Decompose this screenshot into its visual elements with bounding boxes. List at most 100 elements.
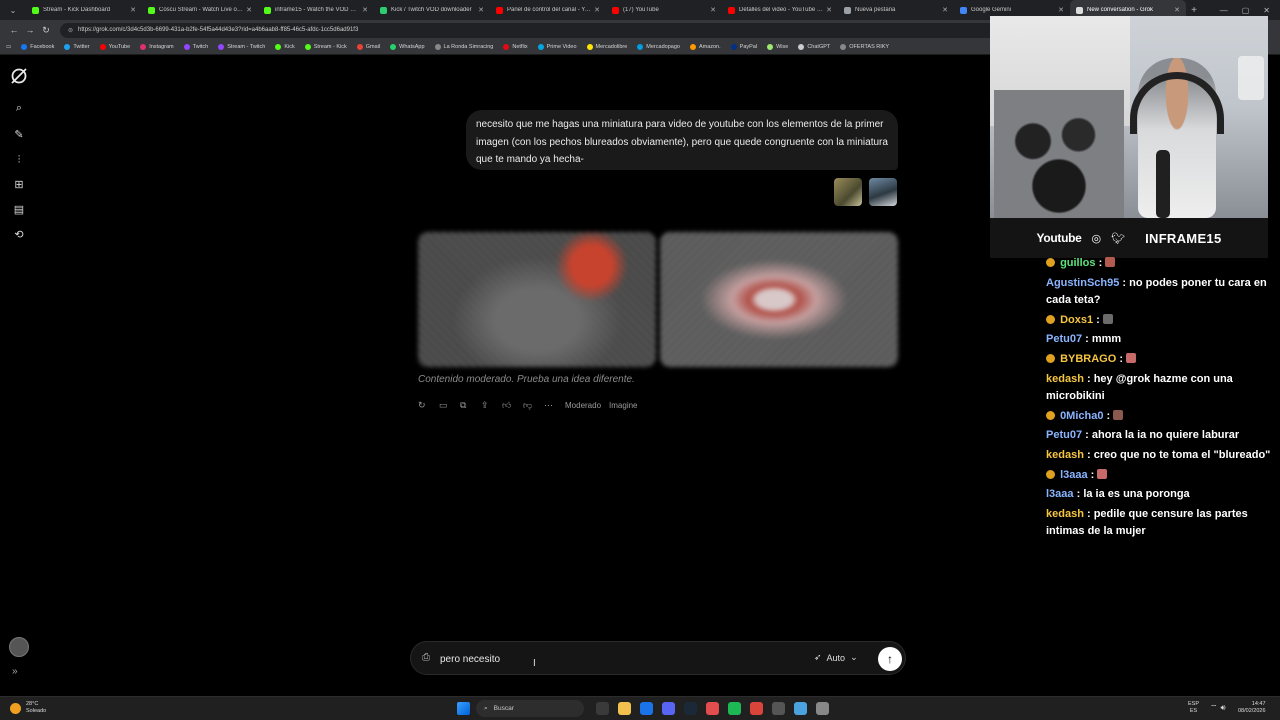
- bookmark-item[interactable]: Stream - Kick: [304, 44, 347, 50]
- browser-tab[interactable]: inframe15 - Watch the VOD on K ✕: [258, 0, 374, 20]
- chat-emote-icon: [1097, 468, 1108, 479]
- system-tray[interactable]: ⌔🔊︎: [1210, 703, 1229, 713]
- regenerate-icon[interactable]: ↻: [418, 400, 439, 411]
- user-avatar[interactable]: [9, 637, 29, 657]
- copy-icon[interactable]: ⧉: [460, 400, 481, 411]
- tab-close-icon[interactable]: ✕: [362, 6, 368, 14]
- browser-tab[interactable]: Stream - Kick Dashboard ✕: [26, 0, 142, 20]
- tab-close-icon[interactable]: ✕: [1058, 6, 1064, 14]
- close-window-icon[interactable]: ✕: [1263, 6, 1270, 15]
- bookmark-item[interactable]: WhatsApp: [390, 44, 425, 50]
- tab-favicon-icon: [960, 6, 967, 14]
- attachment-thumbnail[interactable]: [869, 178, 897, 206]
- tab-close-icon[interactable]: ✕: [942, 6, 948, 14]
- bookmark-item[interactable]: Mercadolibre: [586, 44, 627, 50]
- bookmark-favicon-icon: [798, 44, 805, 50]
- tab-close-icon[interactable]: ✕: [130, 6, 136, 14]
- attachment-thumbnail[interactable]: [834, 178, 862, 206]
- bookmark-item[interactable]: OFERTAS RIKY: [840, 44, 889, 50]
- bookmark-item[interactable]: Gmail: [356, 44, 380, 50]
- taskbar-search[interactable]: ⌕ Buscar: [476, 700, 584, 717]
- windows-start-icon[interactable]: [457, 702, 470, 715]
- browser-tab[interactable]: Nueva pestaña ✕: [838, 0, 954, 20]
- expand-sidebar-icon[interactable]: »: [12, 666, 18, 677]
- bookmark-item[interactable]: Amazon.: [689, 44, 721, 50]
- obs-studio-icon[interactable]: [816, 702, 829, 715]
- bookmark-item[interactable]: La Ronda Simracing: [434, 44, 493, 50]
- new-chat-icon[interactable]: ✎: [12, 128, 26, 142]
- history-icon[interactable]: ⟲: [12, 228, 26, 242]
- chat-username: BYBRAGO: [1060, 352, 1117, 365]
- attach-icon[interactable]: ⎙: [422, 652, 430, 663]
- obs-icon[interactable]: [750, 702, 763, 715]
- apps-icon[interactable]: ▭: [6, 44, 11, 50]
- bookmark-item[interactable]: Netflix: [503, 44, 528, 50]
- thumbs-up-icon[interactable]: 👍︎: [502, 400, 523, 411]
- model-selector[interactable]: ➶ Auto ⌄: [814, 652, 858, 663]
- tab-close-icon[interactable]: ✕: [478, 6, 484, 14]
- bookmark-item[interactable]: Wise: [767, 44, 788, 50]
- clock[interactable]: 14:47 08/02/2026: [1238, 701, 1266, 715]
- forward-icon[interactable]: →: [22, 25, 38, 35]
- tab-close-icon[interactable]: ✕: [594, 6, 600, 14]
- notepad-icon[interactable]: [794, 702, 807, 715]
- discord-icon[interactable]: [662, 702, 675, 715]
- tab-close-icon[interactable]: ✕: [1174, 6, 1180, 14]
- url-bar[interactable]: ⊜ https://grok.com/c/3d4c5d3b-6699-431a-…: [60, 22, 1020, 38]
- bookmark-item[interactable]: Twitch: [183, 44, 209, 50]
- minimize-icon[interactable]: —: [1220, 6, 1228, 15]
- search-icon[interactable]: ⌕: [12, 101, 26, 115]
- file-explorer-icon[interactable]: [618, 702, 631, 715]
- voice-icon[interactable]: ⫶: [12, 153, 26, 167]
- tab-close-icon[interactable]: ✕: [246, 6, 252, 14]
- thumbs-down-icon[interactable]: 👎︎: [523, 400, 544, 411]
- more-options-icon[interactable]: ⋯: [544, 400, 565, 411]
- bookmark-item[interactable]: ChatGPT: [798, 44, 830, 50]
- imagine-label[interactable]: Imagine: [609, 401, 637, 410]
- imagine-icon[interactable]: ⊞: [12, 178, 26, 192]
- task-view-icon[interactable]: [596, 702, 609, 715]
- language-indicator[interactable]: ESP ES: [1188, 701, 1199, 715]
- spotify-icon[interactable]: [728, 702, 741, 715]
- reload-icon[interactable]: ↻: [38, 25, 54, 36]
- wifi-icon[interactable]: ⌔: [1210, 703, 1221, 712]
- tab-close-icon[interactable]: ✕: [710, 6, 716, 14]
- steam-icon[interactable]: [684, 702, 697, 715]
- weather-widget[interactable]: 28°C Soleado: [10, 701, 46, 715]
- bookmark-item[interactable]: Facebook: [21, 44, 54, 50]
- moderated-image-preview[interactable]: [418, 232, 656, 367]
- bookmark-item[interactable]: Instagram: [140, 44, 174, 50]
- bookmark-item[interactable]: Mercadopago: [637, 44, 680, 50]
- browser-tab[interactable]: Kick / Twitch VOD downloader ✕: [374, 0, 490, 20]
- tab-search-icon[interactable]: ⌄: [0, 0, 26, 20]
- browser-tab[interactable]: (17) YouTube ✕: [606, 0, 722, 20]
- share-icon[interactable]: ⇪: [481, 400, 502, 411]
- browser-tab[interactable]: Coscu Stream - Watch Live on Ki ✕: [142, 0, 258, 20]
- maximize-icon[interactable]: ▢: [1242, 6, 1250, 15]
- chrome-icon[interactable]: [640, 702, 653, 715]
- bookmark-item[interactable]: Prime Video: [537, 44, 577, 50]
- moderated-image-preview[interactable]: [660, 232, 898, 367]
- browser-tab[interactable]: Panel de control del canal - YouT ✕: [490, 0, 606, 20]
- comment-icon[interactable]: ▭: [439, 400, 460, 411]
- bookmark-item[interactable]: Kick: [275, 44, 295, 50]
- bookmark-item[interactable]: PayPal: [730, 44, 757, 50]
- back-icon[interactable]: ←: [6, 25, 22, 35]
- site-info-icon[interactable]: ⊜: [68, 27, 73, 34]
- volume-icon[interactable]: 🔊︎: [1221, 703, 1229, 712]
- tab-close-icon[interactable]: ✕: [826, 6, 832, 14]
- bookmark-label: Netflix: [512, 44, 528, 50]
- media-app-icon[interactable]: [772, 702, 785, 715]
- capcut-icon[interactable]: [706, 702, 719, 715]
- tab-favicon-icon: [496, 6, 503, 14]
- projects-icon[interactable]: ▤: [12, 203, 26, 217]
- new-tab-button[interactable]: +: [1186, 5, 1202, 16]
- bookmark-item[interactable]: Twitter: [64, 44, 90, 50]
- message-input[interactable]: [440, 651, 780, 667]
- send-button[interactable]: ↑: [878, 647, 902, 671]
- bookmark-item[interactable]: YouTube: [99, 44, 130, 50]
- browser-tab[interactable]: Detalles del video - YouTube Stu ✕: [722, 0, 838, 20]
- grok-logo-icon[interactable]: [10, 67, 28, 85]
- bookmark-label: Twitch: [192, 44, 209, 50]
- bookmark-item[interactable]: Stream - Twitch: [218, 44, 265, 50]
